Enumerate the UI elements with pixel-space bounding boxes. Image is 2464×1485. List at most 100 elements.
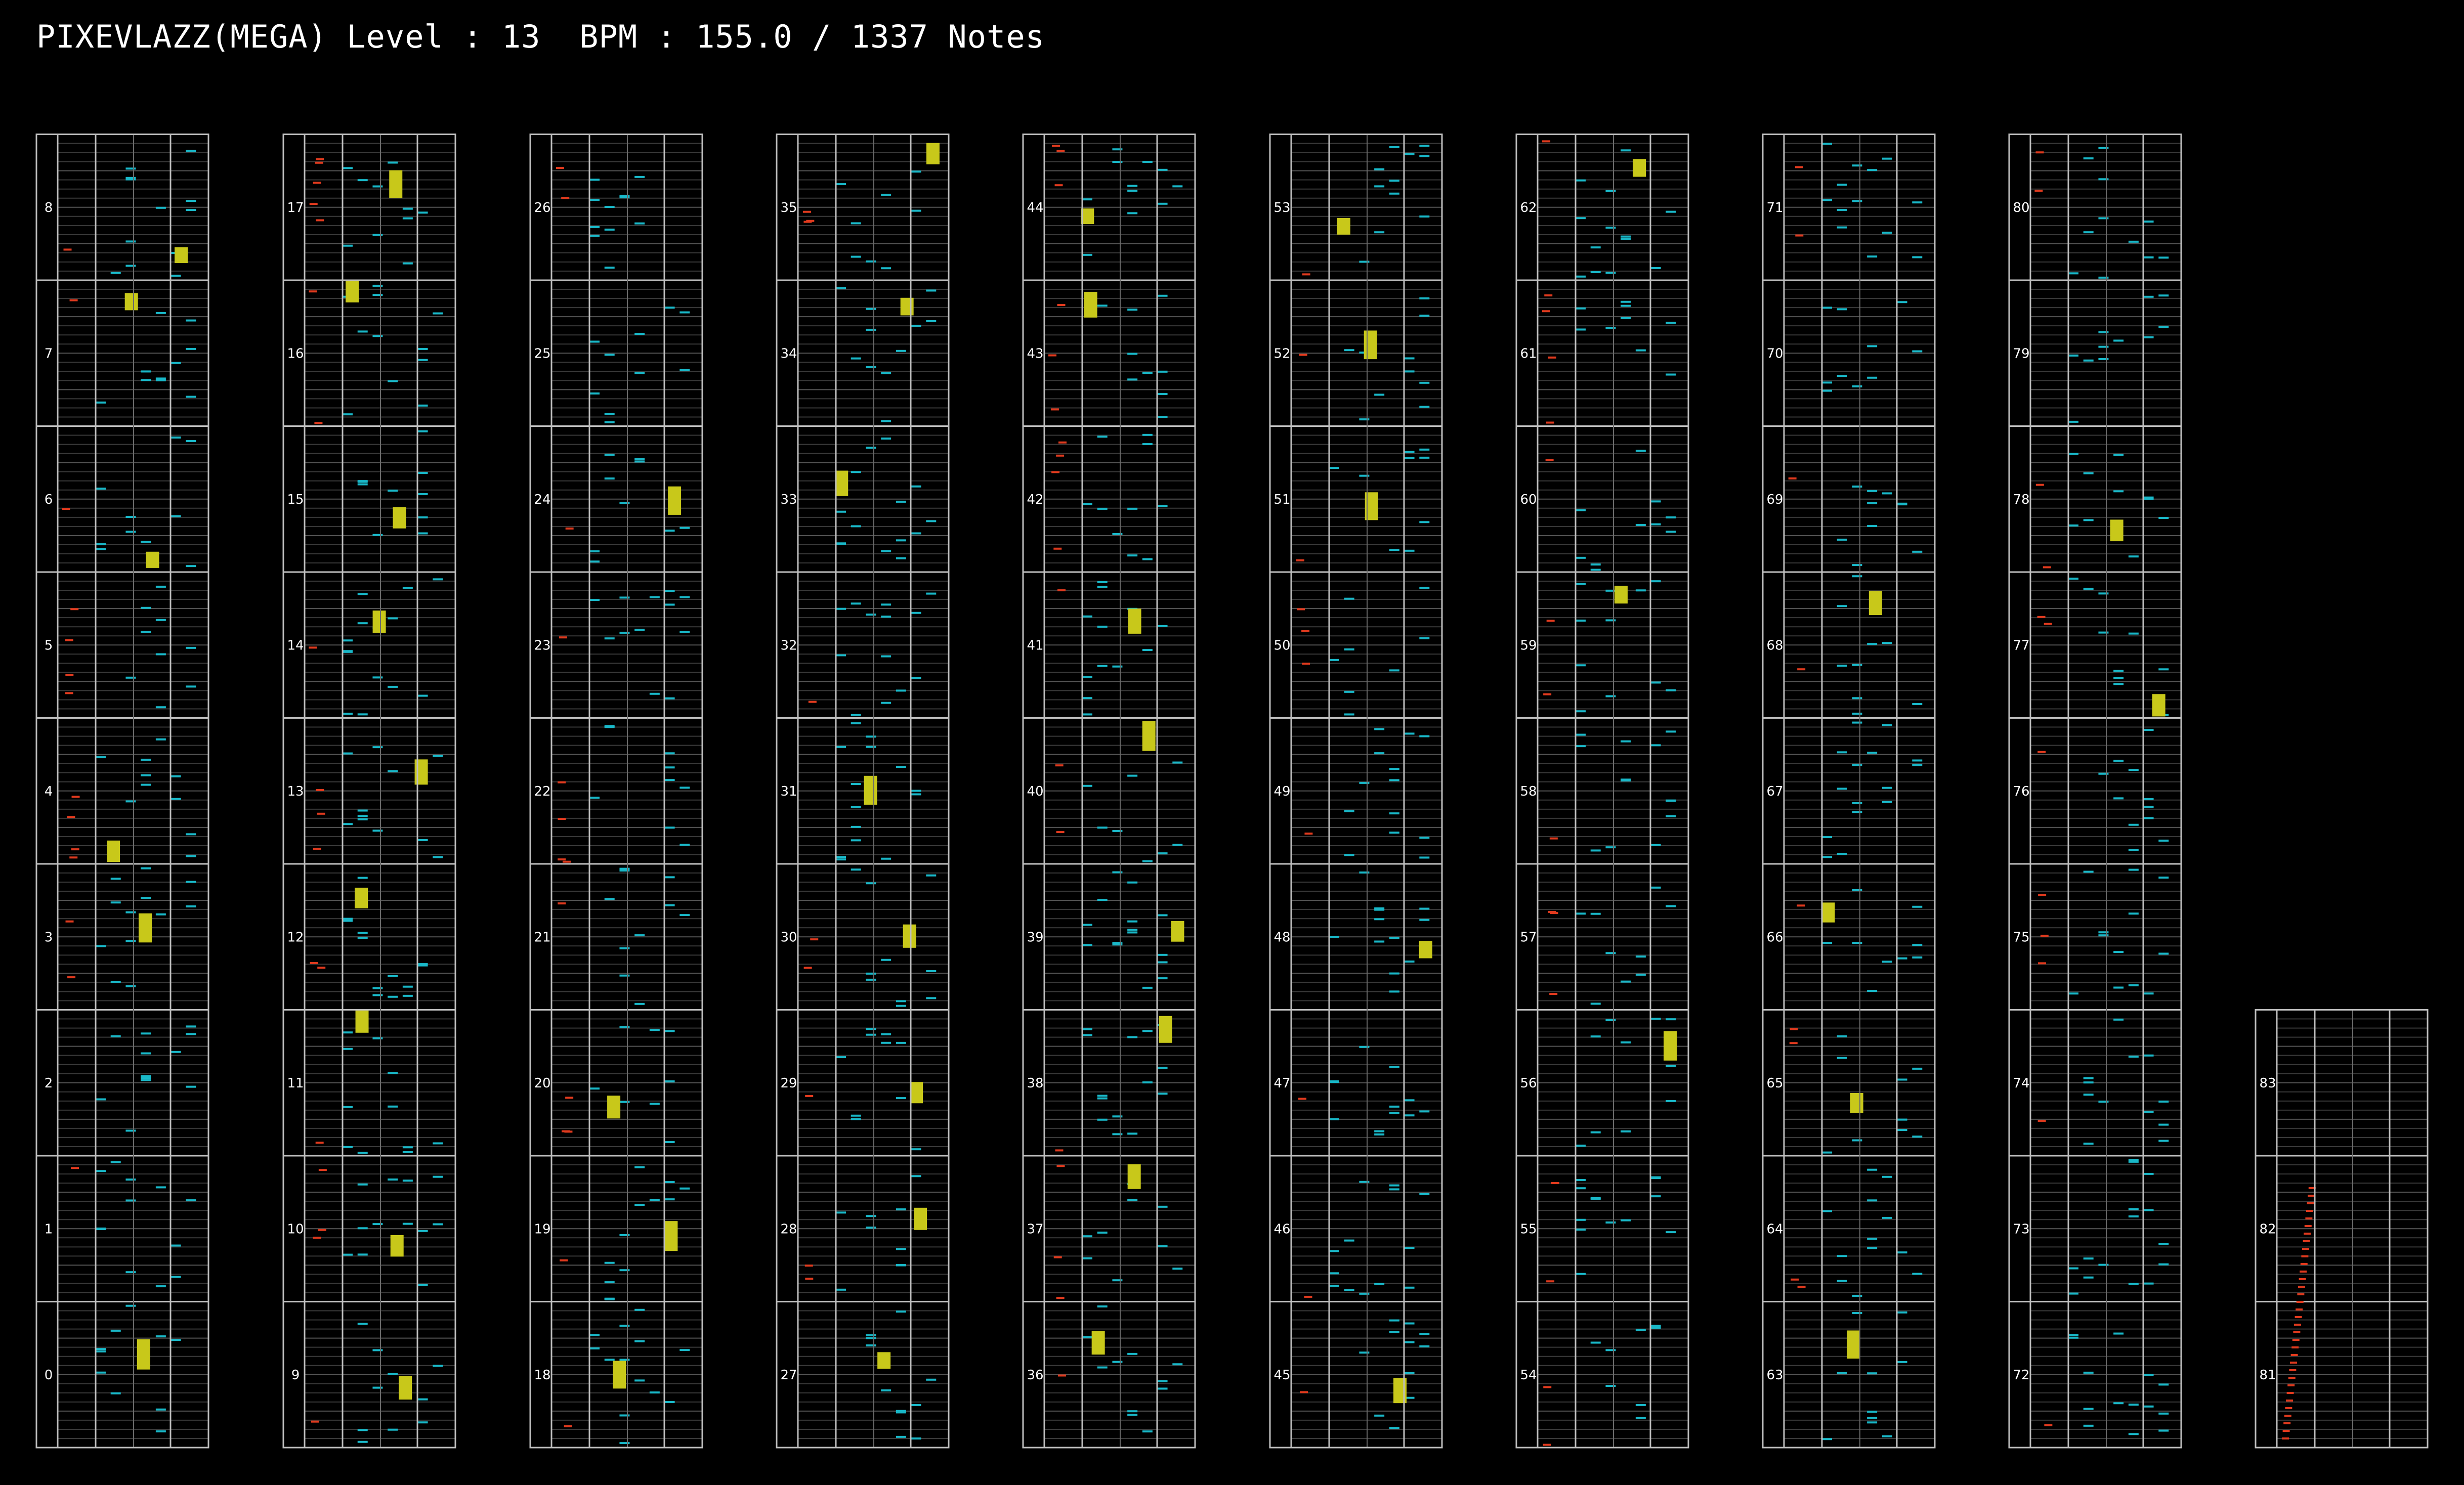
tap-note	[1882, 787, 1892, 789]
tap-note	[619, 1234, 630, 1236]
tap-note	[649, 596, 660, 598]
tap-note	[171, 775, 181, 777]
tap-note	[1650, 844, 1661, 846]
scratch-note	[1057, 304, 1066, 307]
tap-note	[1822, 1210, 1832, 1212]
measure-number: 20	[534, 1076, 550, 1091]
scratch-note	[309, 290, 317, 293]
tap-note	[186, 1033, 196, 1035]
scratch-note	[65, 920, 74, 923]
tap-note	[926, 970, 937, 973]
tap-note	[1097, 625, 1108, 628]
measure-number: 76	[2013, 784, 2029, 799]
tap-note	[881, 616, 891, 618]
tap-note	[664, 307, 675, 309]
long-note	[1847, 1330, 1860, 1359]
tap-note	[634, 934, 645, 937]
long-note	[1419, 941, 1432, 958]
tap-note	[155, 1430, 166, 1432]
tap-note	[2083, 157, 2094, 160]
scratch-note	[2303, 1240, 2310, 1242]
tap-note	[911, 209, 921, 212]
measure-number: 2	[45, 1076, 53, 1091]
tap-note	[357, 1440, 368, 1443]
scratch-note	[2290, 1362, 2297, 1364]
tap-note	[1912, 201, 1923, 204]
measure-number: 53	[1273, 200, 1290, 215]
tap-note	[1419, 521, 1430, 523]
tap-note	[433, 1223, 443, 1226]
tap-note	[664, 1181, 675, 1184]
tap-note	[1374, 940, 1385, 943]
tap-note	[679, 369, 690, 371]
tap-note	[2098, 772, 2109, 775]
tap-note	[1621, 1219, 1631, 1221]
tap-note	[2098, 934, 2109, 937]
tap-note	[1097, 581, 1108, 583]
tap-note	[357, 622, 368, 625]
tap-note	[649, 1199, 660, 1201]
scratch-note	[2299, 1278, 2306, 1280]
scratch-note	[1550, 912, 1558, 914]
long-note	[390, 1235, 404, 1257]
scratch-note	[1051, 471, 1060, 473]
tap-note	[836, 1056, 846, 1059]
tap-note	[2143, 336, 2154, 338]
tap-note	[1867, 525, 1878, 528]
measure-number: 68	[1766, 638, 1783, 653]
measure-number: 14	[287, 638, 304, 653]
tap-note	[388, 161, 398, 164]
scratch-note	[1058, 441, 1067, 444]
tap-note	[1635, 450, 1646, 452]
tap-note	[1867, 255, 1878, 258]
tap-note	[1419, 155, 1430, 157]
tap-note	[2143, 806, 2154, 808]
tap-note	[896, 1004, 906, 1007]
tap-note	[343, 920, 353, 922]
tap-note	[372, 1037, 383, 1040]
tap-note	[634, 460, 645, 463]
tap-note	[881, 194, 891, 196]
tap-note	[186, 833, 196, 836]
scratch-note	[2290, 1354, 2298, 1356]
tap-note	[1127, 353, 1138, 355]
scratch-note	[313, 1237, 321, 1239]
tap-note	[2128, 984, 2139, 987]
scratch-note	[1789, 1042, 1798, 1044]
scratch-note	[2040, 935, 2049, 937]
tap-note	[1404, 1341, 1415, 1343]
tap-note	[186, 855, 196, 857]
tap-note	[1157, 416, 1168, 418]
measure-number: 3	[45, 930, 53, 945]
scratch-note	[559, 636, 567, 639]
measure-number: 21	[534, 930, 550, 945]
tap-note	[357, 877, 368, 879]
tap-note	[836, 542, 846, 545]
scratch-note	[2282, 1437, 2289, 1439]
tap-note	[1142, 860, 1153, 862]
scratch-note	[1549, 837, 1558, 840]
tap-note	[1127, 920, 1138, 923]
tap-note	[1157, 852, 1168, 855]
tap-note	[1142, 649, 1153, 651]
tap-note	[1419, 215, 1430, 218]
tap-note	[1590, 569, 1601, 571]
tap-note	[1576, 710, 1586, 713]
tap-note	[1912, 759, 1923, 762]
tap-note	[1419, 456, 1430, 459]
tap-note	[589, 1087, 600, 1090]
tap-note	[604, 354, 615, 356]
tap-note	[2128, 849, 2139, 851]
tap-note	[1419, 381, 1430, 384]
tap-note	[1112, 1115, 1123, 1118]
measure-number: 19	[534, 1221, 550, 1237]
tap-note	[911, 793, 921, 796]
tap-note	[896, 1041, 906, 1044]
tap-note	[619, 974, 630, 977]
tap-note	[1374, 1283, 1385, 1285]
tap-note	[851, 722, 861, 725]
measure-number: 81	[2259, 1368, 2276, 1383]
tap-note	[851, 255, 861, 258]
tap-note	[1419, 1193, 1430, 1195]
tap-note	[1912, 1135, 1923, 1138]
